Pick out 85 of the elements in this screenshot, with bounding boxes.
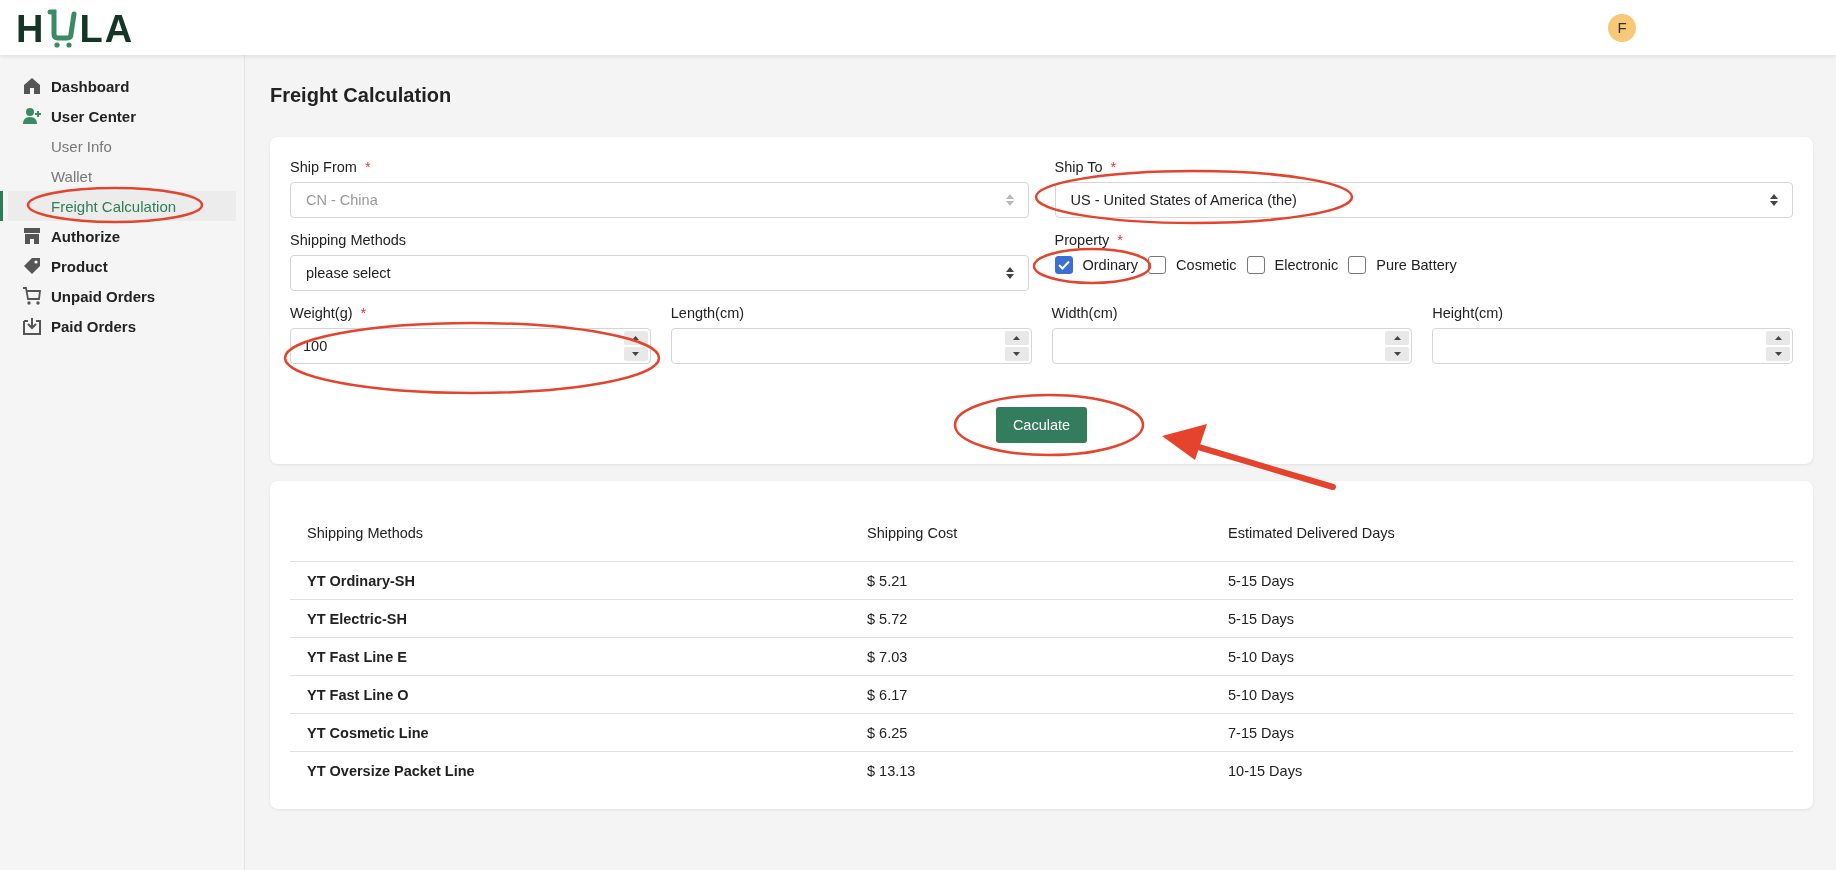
table-cell-text: 5-10 Days: [1227, 648, 1296, 665]
calculate-button[interactable]: Caculate: [995, 407, 1088, 443]
checkbox-label: Pure Battery: [1376, 257, 1457, 273]
sidebar-item[interactable]: Freight Calculation: [0, 191, 236, 221]
table-cell-text: $ 7.03: [866, 648, 909, 665]
table-cell-text: $ 6.17: [866, 686, 909, 703]
field-label: Length(cm): [670, 305, 745, 321]
caret-up-icon: [1774, 336, 1782, 340]
sort-caret-icon: [1005, 194, 1014, 206]
column-header: Shipping Cost: [866, 525, 959, 541]
sort-caret-icon: [1770, 194, 1778, 206]
checkbox[interactable]: [1348, 256, 1367, 274]
checkbox[interactable]: [1148, 256, 1167, 274]
table-cell-text: 10-15 Days: [1227, 762, 1304, 779]
column-header: Estimated Delivered Days: [1227, 525, 1396, 541]
field-label: Shipping Methods: [290, 232, 407, 248]
page-title: Freight Calculation: [270, 83, 453, 107]
sort-caret-icon: [1005, 267, 1014, 279]
caret-down-icon: [1013, 352, 1020, 356]
caret-down-icon: [1774, 352, 1782, 356]
sidebar-item[interactable]: Paid Orders: [0, 311, 236, 341]
table-cell-text: YT Electric-SH: [306, 610, 408, 627]
sidebar-item[interactable]: Product: [0, 251, 236, 281]
required-mark: *: [1117, 232, 1123, 248]
user-add-icon: [22, 106, 42, 126]
decrement-button[interactable]: [1385, 347, 1410, 361]
field-label: Property: [1054, 232, 1110, 248]
table-cell-text: 7-15 Days: [1227, 724, 1296, 741]
select-field[interactable]: US - United States of America (the): [1054, 182, 1793, 218]
table-cell-text: YT Ordinary-SH: [306, 572, 416, 589]
home-icon: [22, 76, 42, 96]
sidebar-item[interactable]: Authorize: [0, 221, 236, 251]
logo-text: H: [16, 9, 46, 48]
caret-up-icon: [1013, 336, 1020, 340]
field-label: Weight(g): [290, 305, 353, 321]
increment-button[interactable]: [1766, 331, 1790, 345]
checkbox-label: Ordinary: [1082, 257, 1139, 273]
table-cell-text: YT Cosmetic Line: [306, 724, 430, 741]
field-label: Width(cm): [1051, 305, 1118, 321]
logo-text: LA: [79, 9, 135, 48]
select-field[interactable]: please select: [290, 255, 1029, 291]
table-cell-text: 5-10 Days: [1227, 686, 1296, 703]
tag-icon: [22, 256, 42, 276]
decrement-button[interactable]: [623, 347, 648, 361]
required-mark: *: [360, 305, 367, 321]
table-cell-text: 5-15 Days: [1227, 572, 1296, 589]
caret-down-icon: [1393, 352, 1401, 356]
cart-icon: [47, 7, 78, 48]
decrement-button[interactable]: [1766, 347, 1790, 361]
sidebar-item[interactable]: User Center: [0, 101, 236, 131]
decrement-button[interactable]: [1004, 347, 1029, 361]
checkbox[interactable]: [1246, 256, 1265, 274]
download-box-icon: [22, 316, 42, 336]
table-cell-text: $ 5.72: [866, 610, 909, 627]
caret-up-icon: [632, 336, 640, 340]
field-label: Ship To: [1054, 159, 1103, 175]
field-label: Height(cm): [1432, 305, 1504, 321]
table-cell-text: $ 13.13: [866, 762, 917, 779]
column-header: Shipping Methods: [306, 525, 425, 541]
table-cell-text: YT Fast Line O: [306, 686, 410, 703]
table-cell-text: YT Oversize Packet Line: [306, 762, 476, 779]
required-mark: *: [364, 159, 371, 175]
caret-down-icon: [632, 352, 640, 356]
checkbox-label: Cosmetic: [1176, 257, 1237, 273]
table-cell-text: 5-15 Days: [1227, 610, 1296, 627]
sidebar-item[interactable]: User Info: [0, 131, 236, 161]
table-cell-text: YT Fast Line E: [306, 648, 408, 665]
field-label: Ship From: [290, 159, 357, 175]
user-avatar[interactable]: F: [1608, 13, 1636, 42]
cart-icon: [22, 286, 42, 306]
table-cell-text: $ 6.25: [866, 724, 909, 741]
increment-button[interactable]: [1004, 331, 1029, 345]
increment-button[interactable]: [1385, 331, 1410, 345]
sidebar-item[interactable]: Dashboard: [0, 71, 236, 101]
store-icon: [22, 226, 42, 246]
number-field[interactable]: [1432, 328, 1793, 364]
sidebar-item[interactable]: Unpaid Orders: [0, 281, 236, 311]
number-field[interactable]: [670, 328, 1032, 364]
number-field[interactable]: [1051, 328, 1413, 364]
caret-up-icon: [1393, 336, 1401, 340]
table-cell-text: $ 5.21: [866, 572, 909, 589]
required-mark: *: [1110, 159, 1117, 175]
checkbox-label: Electronic: [1274, 257, 1339, 273]
checkbox[interactable]: [1054, 256, 1073, 274]
sidebar-item[interactable]: Wallet: [0, 161, 236, 191]
